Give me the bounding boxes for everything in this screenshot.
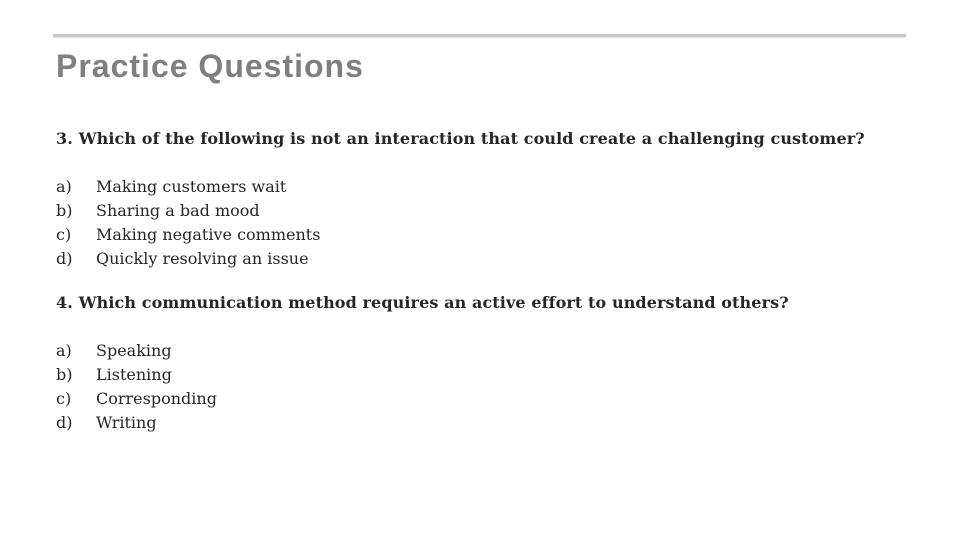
- option-item: b) Sharing a bad mood: [56, 199, 320, 223]
- option-text: Speaking: [96, 341, 172, 360]
- option-letter: d): [56, 249, 73, 268]
- option-text: Sharing a bad mood: [96, 201, 260, 220]
- option-text: Writing: [96, 413, 157, 432]
- slide-title: Practice Questions: [56, 48, 364, 84]
- question-3-options: a) Making customers wait b) Sharing a ba…: [56, 175, 320, 271]
- option-text: Quickly resolving an issue: [96, 249, 309, 268]
- option-letter: d): [56, 413, 73, 432]
- option-item: d) Quickly resolving an issue: [56, 247, 320, 271]
- option-letter: b): [56, 365, 73, 384]
- option-letter: c): [56, 225, 72, 244]
- option-item: a) Speaking: [56, 339, 217, 363]
- option-letter: a): [56, 341, 72, 360]
- option-item: d) Writing: [56, 411, 217, 435]
- question-3-text: 3. Which of the following is not an inte…: [56, 129, 865, 148]
- option-item: a) Making customers wait: [56, 175, 320, 199]
- option-item: c) Corresponding: [56, 387, 217, 411]
- option-item: c) Making negative comments: [56, 223, 320, 247]
- option-text: Listening: [96, 365, 172, 384]
- option-item: b) Listening: [56, 363, 217, 387]
- title-divider-line: [53, 34, 906, 37]
- question-4-text: 4. Which communication method requires a…: [56, 293, 789, 312]
- question-4-options: a) Speaking b) Listening c) Correspondin…: [56, 339, 217, 435]
- option-letter: a): [56, 177, 72, 196]
- option-letter: b): [56, 201, 73, 220]
- option-text: Making negative comments: [96, 225, 321, 244]
- option-text: Making customers wait: [96, 177, 287, 196]
- option-letter: c): [56, 389, 72, 408]
- option-text: Corresponding: [96, 389, 217, 408]
